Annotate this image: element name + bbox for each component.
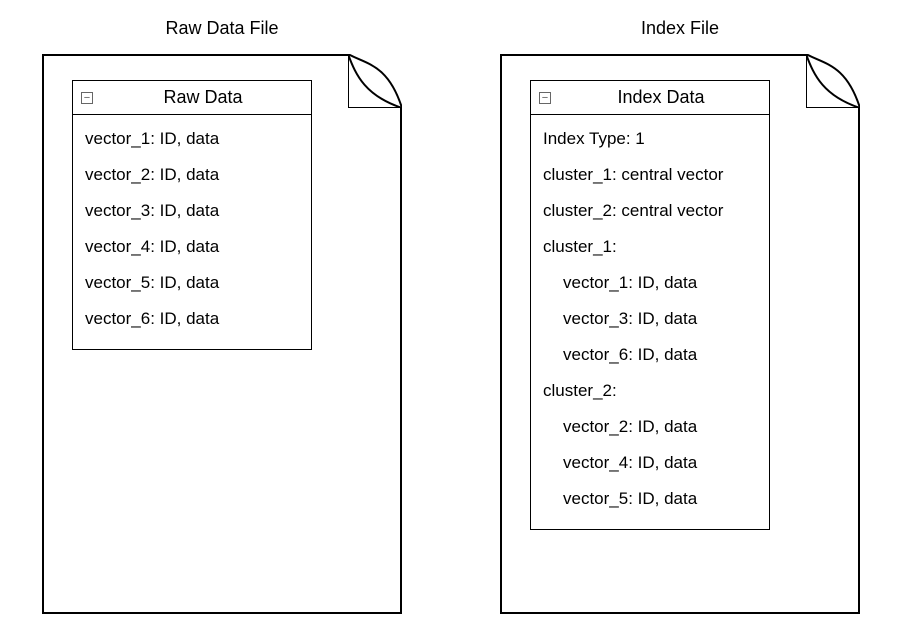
index-data-line: cluster_2: central vector [541,193,759,229]
raw-data-line: vector_4: ID, data [83,229,301,265]
index-data-line: vector_5: ID, data [541,481,759,517]
index-data-panel: − Index Data Index Type: 1cluster_1: cen… [530,80,770,530]
index-data-line: vector_4: ID, data [541,445,759,481]
index-data-panel-body: Index Type: 1cluster_1: central vectorcl… [531,115,769,529]
index-data-panel-header: − Index Data [531,81,769,115]
raw-data-line: vector_2: ID, data [83,157,301,193]
index-data-panel-title: Index Data [617,87,704,107]
raw-file-title: Raw Data File [42,18,402,39]
raw-data-panel-title: Raw Data [163,87,242,107]
index-data-line: vector_3: ID, data [541,301,759,337]
index-data-line: cluster_1: central vector [541,157,759,193]
index-data-line: cluster_2: [541,373,759,409]
index-data-line: Index Type: 1 [541,121,759,157]
index-data-line: vector_6: ID, data [541,337,759,373]
index-data-line: vector_2: ID, data [541,409,759,445]
diagram-root: Raw Data File − Raw Data vector_1: ID, d… [0,0,900,638]
raw-data-line: vector_5: ID, data [83,265,301,301]
index-data-line: cluster_1: [541,229,759,265]
raw-data-line: vector_3: ID, data [83,193,301,229]
raw-data-panel: − Raw Data vector_1: ID, datavector_2: I… [72,80,312,350]
raw-data-line: vector_6: ID, data [83,301,301,337]
page-fold-icon [806,54,860,108]
page-fold-icon [348,54,402,108]
collapse-icon[interactable]: − [81,92,93,104]
collapse-icon[interactable]: − [539,92,551,104]
raw-data-line: vector_1: ID, data [83,121,301,157]
index-file-page: − Index Data Index Type: 1cluster_1: cen… [500,54,860,614]
index-data-line: vector_1: ID, data [541,265,759,301]
raw-file-page: − Raw Data vector_1: ID, datavector_2: I… [42,54,402,614]
raw-data-panel-header: − Raw Data [73,81,311,115]
index-file-title: Index File [500,18,860,39]
raw-data-panel-body: vector_1: ID, datavector_2: ID, datavect… [73,115,311,349]
